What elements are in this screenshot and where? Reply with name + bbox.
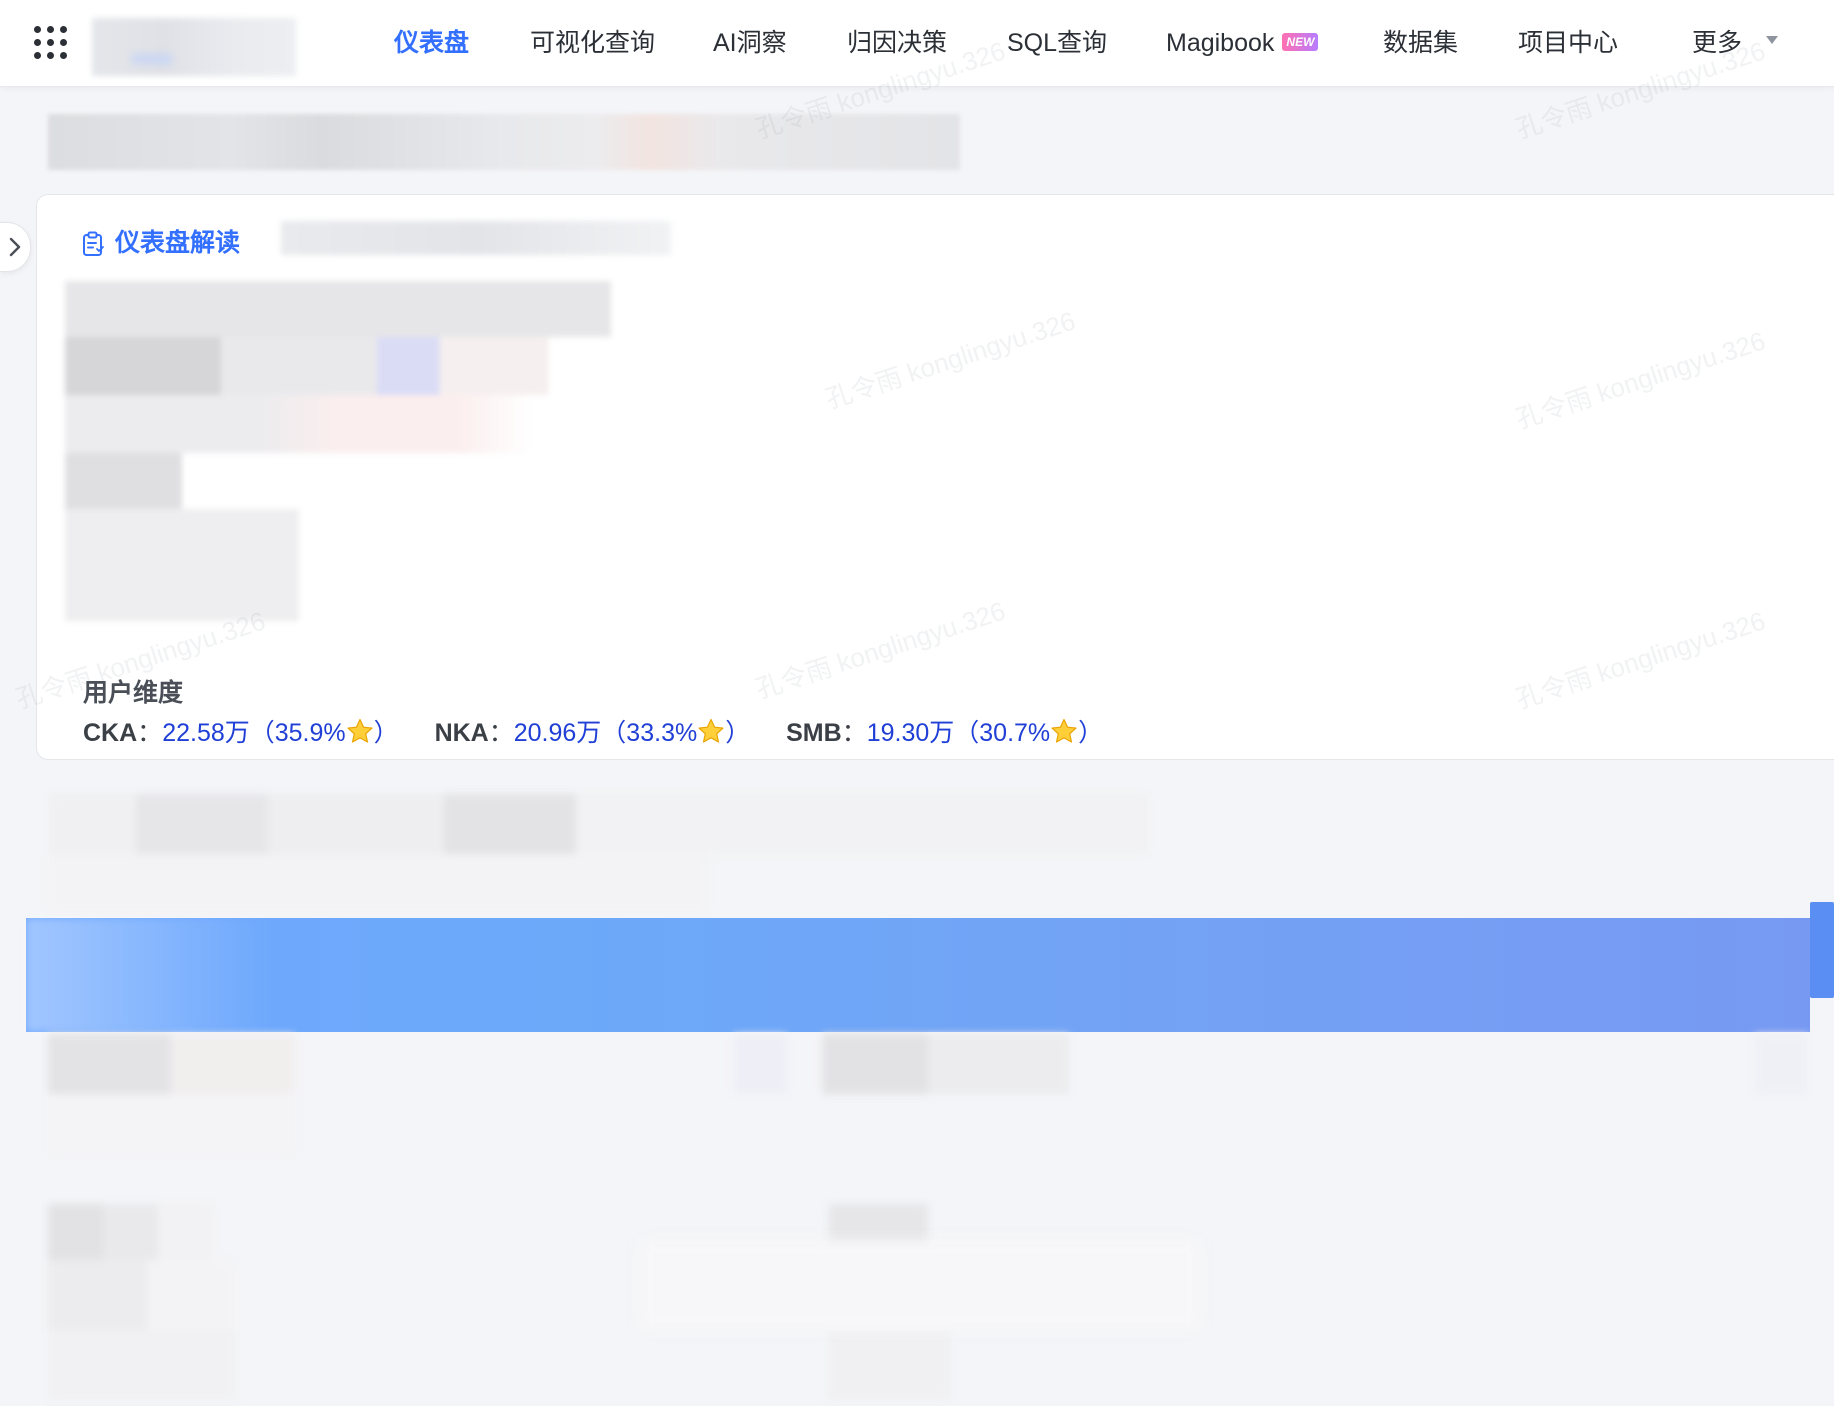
top-nav-bar: 仪表盘 可视化查询 AI洞察 归因决策 SQL查询 Magibook NEW 数据… bbox=[0, 0, 1834, 87]
nav-magibook[interactable]: Magibook NEW bbox=[1166, 25, 1319, 61]
nav-attribution[interactable]: 归因决策 bbox=[847, 25, 947, 61]
blurred-header bbox=[48, 114, 960, 170]
star-icon bbox=[698, 718, 724, 743]
nav-dashboard[interactable]: 仪表盘 bbox=[394, 25, 469, 61]
segment-nka: NKA：20.96万（33.3% ） bbox=[434, 718, 758, 747]
scrollbar-thumb[interactable] bbox=[1810, 902, 1834, 998]
segment-value: 20.96万（33.3% bbox=[513, 719, 698, 747]
dashboard-interpretation-card: 仪表盘解读 用户维度 CKA：22.58万（35.9%） NKA：20.96万（… bbox=[36, 194, 1834, 760]
nav-project-center[interactable]: 项目中心 bbox=[1518, 25, 1618, 61]
clipboard-icon bbox=[83, 231, 104, 256]
segment-name: SMB bbox=[786, 719, 842, 747]
user-dimension-label: 用户维度 bbox=[83, 679, 184, 707]
grid-icon[interactable] bbox=[34, 26, 68, 60]
segment-value: 19.30万（30.7% bbox=[866, 719, 1051, 747]
blurred-widget-row bbox=[48, 1034, 1808, 1154]
blurred-dashboard-content bbox=[0, 790, 1834, 1406]
nav-sql-query[interactable]: SQL查询 bbox=[1007, 25, 1107, 61]
segment-close: ） bbox=[373, 719, 399, 747]
segment-close: ） bbox=[1078, 719, 1104, 747]
segment-smb: SMB：19.30万（30.7% ） bbox=[786, 718, 1104, 747]
chevron-right-icon bbox=[9, 237, 21, 257]
nav-visual-query[interactable]: 可视化查询 bbox=[530, 25, 655, 61]
blurred-widget-header bbox=[48, 794, 1148, 914]
segment-separator: ： bbox=[137, 719, 163, 747]
nav-magibook-label: Magibook bbox=[1166, 29, 1275, 57]
blurred-tooltip bbox=[640, 1240, 1200, 1330]
new-badge: NEW bbox=[1282, 33, 1319, 52]
segment-separator: ： bbox=[841, 719, 867, 747]
segment-value: 22.58万（35.9% bbox=[162, 719, 346, 747]
star-icon bbox=[347, 718, 373, 743]
segment-separator: ： bbox=[488, 719, 514, 747]
segment-name: NKA bbox=[434, 719, 489, 747]
nav-ai-insight[interactable]: AI洞察 bbox=[713, 25, 787, 61]
segment-cka: CKA：22.58万（35.9% ） bbox=[83, 718, 406, 747]
caret-down-icon[interactable] bbox=[1766, 36, 1778, 44]
nav-datasets[interactable]: 数据集 bbox=[1383, 25, 1458, 61]
blurred-logo bbox=[92, 18, 296, 76]
blurred-summary-text bbox=[65, 281, 845, 631]
sidebar-expand-button[interactable] bbox=[0, 222, 31, 272]
segment-close: ） bbox=[725, 719, 751, 747]
star-icon bbox=[1051, 718, 1077, 743]
segment-name: CKA bbox=[83, 719, 138, 747]
highlighted-banner bbox=[26, 918, 1810, 1032]
nav-more[interactable]: 更多 bbox=[1692, 25, 1742, 61]
blurred-summary-heading bbox=[281, 221, 671, 255]
user-dimension-metrics: CKA：22.58万（35.9%） NKA：20.96万（33.3%） SMB：… bbox=[83, 713, 1103, 749]
card-title[interactable]: 仪表盘解读 bbox=[115, 225, 240, 261]
